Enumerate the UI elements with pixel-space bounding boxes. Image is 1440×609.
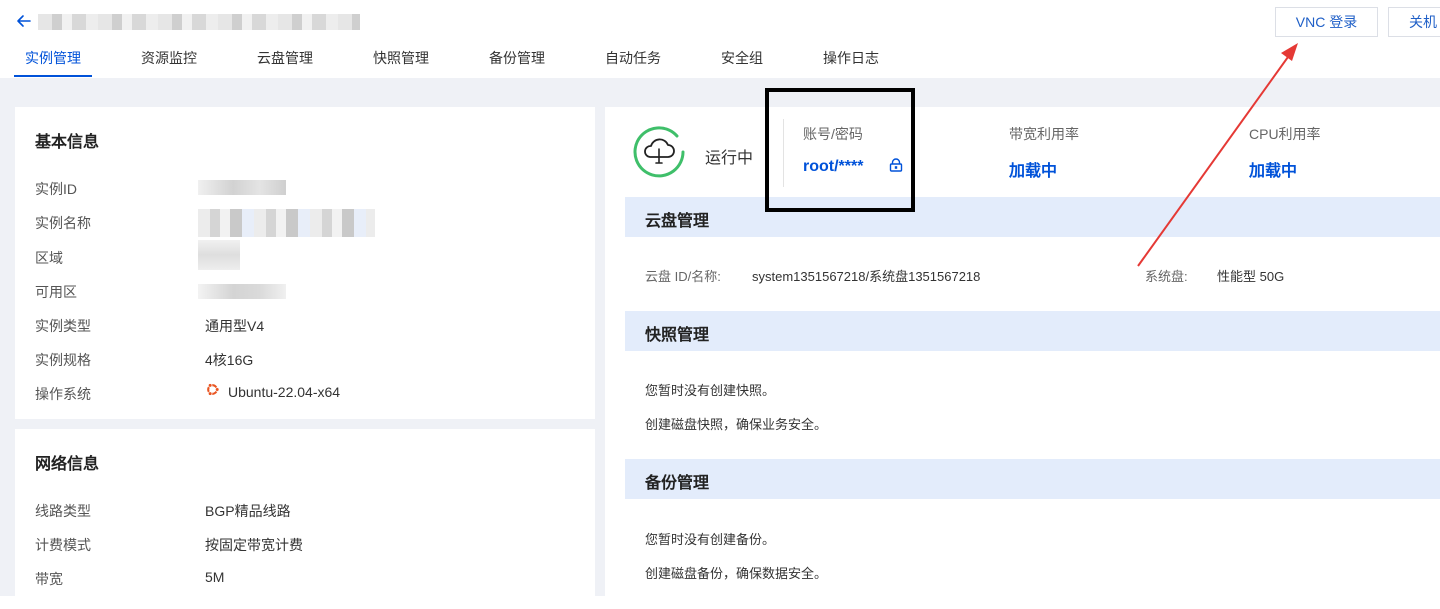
availability-zone-label: 可用区	[35, 284, 77, 300]
snapshot-empty-text: 您暂时没有创建快照。	[645, 383, 776, 398]
tab-snapshot-management[interactable]: 快照管理	[373, 48, 429, 68]
line-type-value: BGP精品线路	[205, 503, 291, 519]
backup-section-title: 备份管理	[645, 475, 710, 492]
instance-title-redacted	[38, 14, 360, 30]
basic-info-title: 基本信息	[35, 134, 100, 151]
top-bar: VNC 登录 关机	[0, 0, 1440, 44]
instance-id-label: 实例ID	[35, 181, 77, 197]
backup-section-header: 备份管理	[625, 459, 1440, 499]
region-redacted	[198, 240, 240, 270]
ubuntu-logo-icon	[207, 383, 220, 396]
instance-name-redacted	[198, 209, 375, 237]
instance-spec-value: 4核16G	[205, 352, 254, 368]
bandwidth-value: 5M	[205, 569, 225, 585]
tab-security-group[interactable]: 安全组	[721, 48, 763, 68]
tab-operation-log[interactable]: 操作日志	[823, 48, 879, 68]
line-type-label: 线路类型	[35, 503, 91, 519]
tab-backup-management[interactable]: 备份管理	[489, 48, 545, 68]
backup-empty-text: 您暂时没有创建备份。	[645, 532, 776, 547]
cpu-usage-label: CPU利用率	[1249, 126, 1321, 142]
billing-mode-label: 计费模式	[35, 537, 91, 553]
bandwidth-usage-value: 加载中	[1009, 163, 1058, 180]
disk-type-label: 系统盘:	[1145, 269, 1188, 284]
bandwidth-label: 带宽	[35, 571, 63, 587]
disk-type-value: 性能型 50G	[1217, 269, 1285, 284]
os-label: 操作系统	[35, 386, 91, 402]
snapshot-section-header: 快照管理	[625, 311, 1440, 351]
status-panel: 运行中 账号/密码 root/**** 带宽利用率 加载中 CPU利用率 加载中…	[605, 107, 1440, 607]
bandwidth-usage-label: 带宽利用率	[1009, 126, 1079, 142]
vnc-login-button[interactable]: VNC 登录	[1275, 7, 1378, 37]
instance-name-label: 实例名称	[35, 215, 91, 231]
disk-section-header: 云盘管理	[625, 197, 1440, 237]
cpu-usage-value: 加载中	[1249, 163, 1298, 180]
os-value: Ubuntu-22.04-x64	[228, 384, 341, 400]
tab-auto-tasks[interactable]: 自动任务	[605, 48, 661, 68]
region-label: 区域	[35, 250, 63, 266]
active-tab-indicator	[14, 75, 92, 77]
disk-id-label: 云盘 ID/名称:	[645, 269, 721, 284]
basic-info-card: 基本信息 实例ID 实例名称 区域 可用区 实例类型 通用型V4 实例规格 4核…	[15, 107, 595, 419]
tab-disk-management[interactable]: 云盘管理	[257, 48, 313, 68]
availability-zone-redacted	[198, 284, 286, 299]
running-status-text: 运行中	[705, 150, 754, 167]
instance-id-redacted	[198, 180, 286, 195]
tab-bar: 实例管理 资源监控 云盘管理 快照管理 备份管理 自动任务 安全组 操作日志	[0, 44, 1440, 78]
network-info-title: 网络信息	[35, 456, 100, 473]
tab-resource-monitoring[interactable]: 资源监控	[141, 48, 197, 68]
network-info-card: 网络信息 线路类型 BGP精品线路 计费模式 按固定带宽计费 带宽 5M	[15, 429, 595, 609]
cloud-status-icon	[633, 126, 685, 178]
shutdown-button[interactable]: 关机	[1388, 7, 1440, 37]
backup-hint-text: 创建磁盘备份，确保数据安全。	[645, 566, 828, 581]
instance-spec-label: 实例规格	[35, 352, 91, 368]
snapshot-section-title: 快照管理	[645, 327, 710, 344]
snapshot-hint-text: 创建磁盘快照，确保业务安全。	[645, 417, 828, 432]
instance-type-label: 实例类型	[35, 318, 91, 334]
billing-mode-value: 按固定带宽计费	[205, 537, 303, 553]
disk-id-value: system1351567218/系统盘1351567218	[752, 269, 981, 284]
instance-type-value: 通用型V4	[205, 318, 265, 334]
back-arrow-icon[interactable]	[14, 11, 34, 31]
tab-instance-management[interactable]: 实例管理	[25, 48, 81, 68]
annotation-highlight-box	[765, 88, 915, 212]
disk-section-title: 云盘管理	[645, 213, 710, 230]
